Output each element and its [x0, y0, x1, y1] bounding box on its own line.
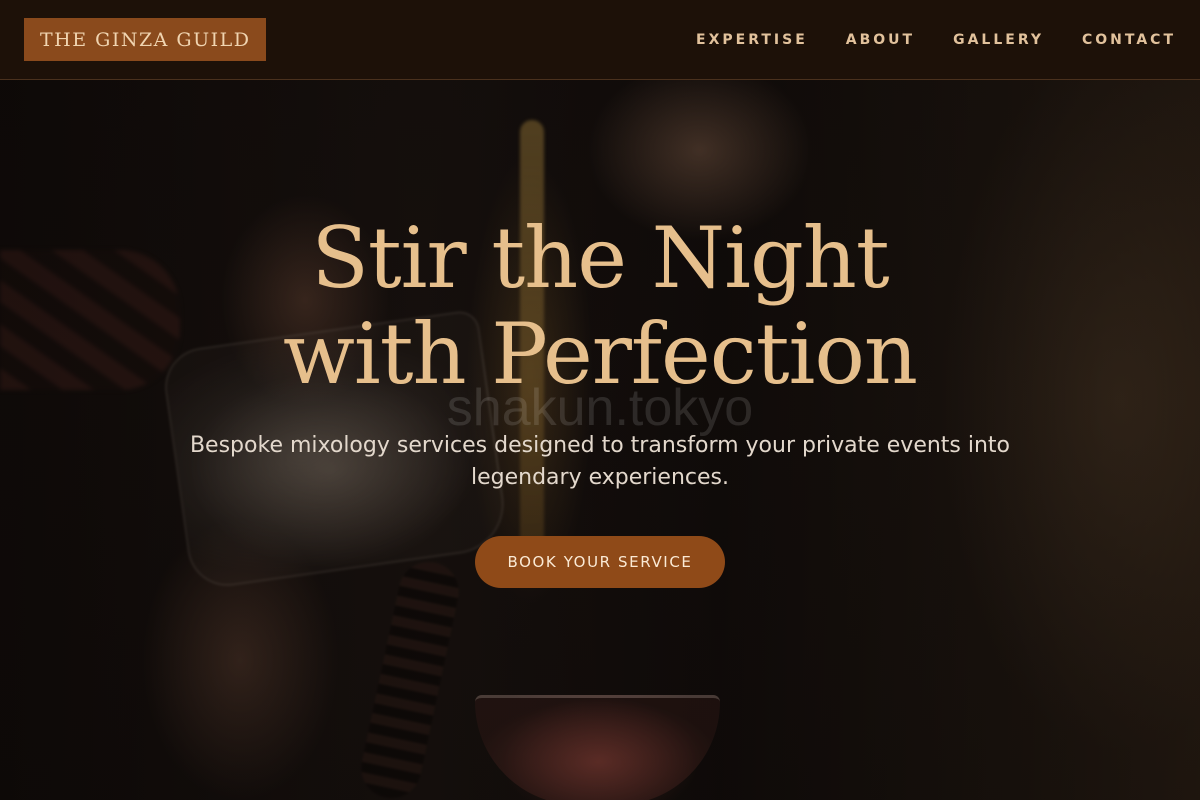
headline-line-2: with Perfection	[282, 305, 918, 403]
nav-contact[interactable]: CONTACT	[1082, 32, 1176, 48]
book-service-button[interactable]: BOOK YOUR SERVICE	[475, 536, 725, 588]
hero-section: Stir the Night with Perfection Bespoke m…	[0, 210, 1200, 588]
nav-expertise[interactable]: EXPERTISE	[696, 32, 808, 48]
nav-about[interactable]: ABOUT	[846, 32, 915, 48]
main-nav: EXPERTISE ABOUT GALLERY CONTACT	[658, 32, 1176, 48]
hero-subtitle: Bespoke mixology services designed to tr…	[189, 433, 1011, 490]
hero-headline: Stir the Night with Perfection	[0, 210, 1200, 402]
nav-gallery[interactable]: GALLERY	[953, 32, 1044, 48]
site-header: THE GINZA GUILD EXPERTISE ABOUT GALLERY …	[0, 0, 1200, 80]
headline-line-1: Stir the Night	[311, 209, 889, 307]
site-logo[interactable]: THE GINZA GUILD	[24, 18, 267, 61]
